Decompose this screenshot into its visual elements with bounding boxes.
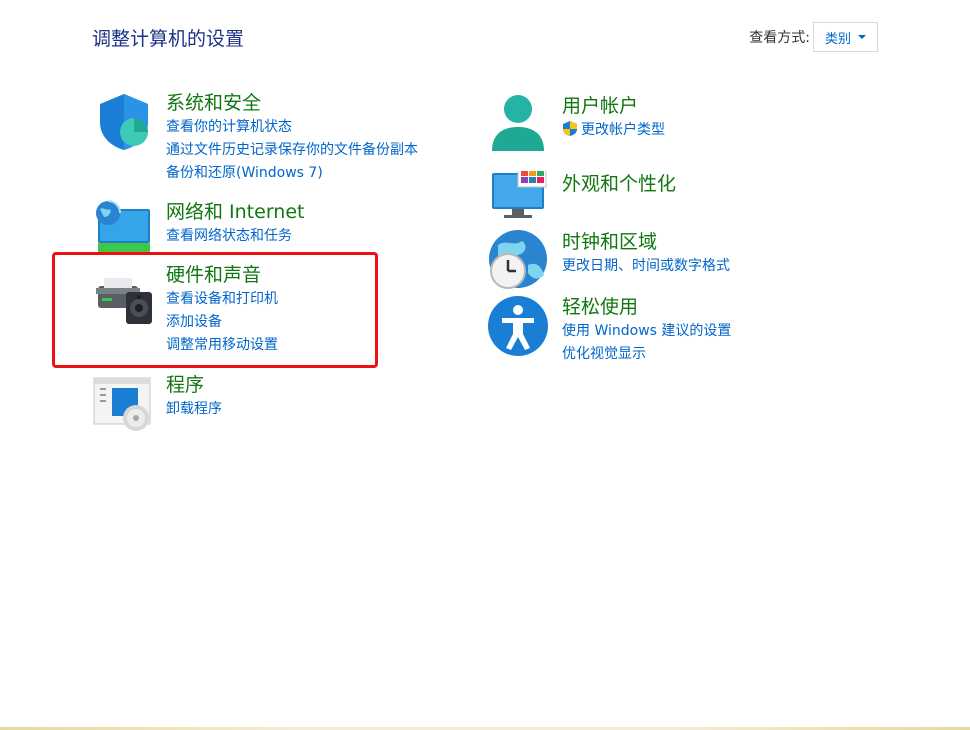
category-network: 网络和 Internet 查看网络状态和任务 (92, 199, 472, 259)
link-file-history-backup[interactable]: 通过文件历史记录保存你的文件备份副本 (166, 139, 418, 162)
category-appearance: 外观和个性化 (488, 166, 868, 227)
category-title-clock-region[interactable]: 时钟和区域 (562, 229, 730, 255)
category-clock-region: 时钟和区域 更改日期、时间或数字格式 (488, 229, 868, 293)
category-ease-of-access: 轻松使用 使用 Windows 建议的设置 优化视觉显示 (488, 294, 868, 366)
highlight-box (52, 252, 378, 368)
programs-disc-icon[interactable] (92, 372, 156, 436)
accessibility-icon[interactable] (488, 294, 552, 358)
category-title-user-accounts[interactable]: 用户帐户 (562, 93, 665, 119)
category-programs: 程序 卸载程序 (92, 372, 472, 432)
clock-globe-icon[interactable] (488, 229, 552, 293)
category-user-accounts: 用户帐户 更改帐户类型 (488, 93, 868, 157)
link-recommended-settings[interactable]: 使用 Windows 建议的设置 (562, 320, 731, 343)
category-title-network[interactable]: 网络和 Internet (166, 199, 304, 225)
view-by-dropdown[interactable]: 类别 (812, 22, 878, 52)
link-change-account-type-label: 更改帐户类型 (581, 122, 665, 138)
shield-icon[interactable] (92, 90, 156, 154)
link-backup-restore[interactable]: 备份和还原(Windows 7) (166, 162, 418, 185)
category-title-appearance[interactable]: 外观和个性化 (562, 171, 676, 197)
chevron-down-icon (858, 35, 866, 39)
user-icon[interactable] (488, 93, 552, 157)
page-title: 调整计算机的设置 (92, 28, 245, 50)
link-network-status[interactable]: 查看网络状态和任务 (166, 225, 304, 248)
category-system-security: 系统和安全 查看你的计算机状态 通过文件历史记录保存你的文件备份副本 备份和还原… (92, 90, 472, 186)
view-by-control: 查看方式: 类别 (749, 22, 878, 52)
monitor-palette-icon[interactable] (488, 166, 552, 235)
category-title-programs[interactable]: 程序 (166, 372, 222, 398)
link-change-date-time-format[interactable]: 更改日期、时间或数字格式 (562, 255, 730, 278)
link-change-account-type[interactable]: 更改帐户类型 (562, 119, 665, 142)
link-uninstall-program[interactable]: 卸载程序 (166, 398, 222, 421)
view-by-value: 类别 (824, 31, 851, 47)
category-title-system-security[interactable]: 系统和安全 (166, 90, 418, 116)
link-view-computer-status[interactable]: 查看你的计算机状态 (166, 116, 418, 139)
category-title-ease-of-access[interactable]: 轻松使用 (562, 294, 731, 320)
view-by-label: 查看方式: (749, 30, 810, 46)
uac-shield-icon (563, 121, 577, 136)
link-optimize-visual-display[interactable]: 优化视觉显示 (562, 343, 731, 366)
